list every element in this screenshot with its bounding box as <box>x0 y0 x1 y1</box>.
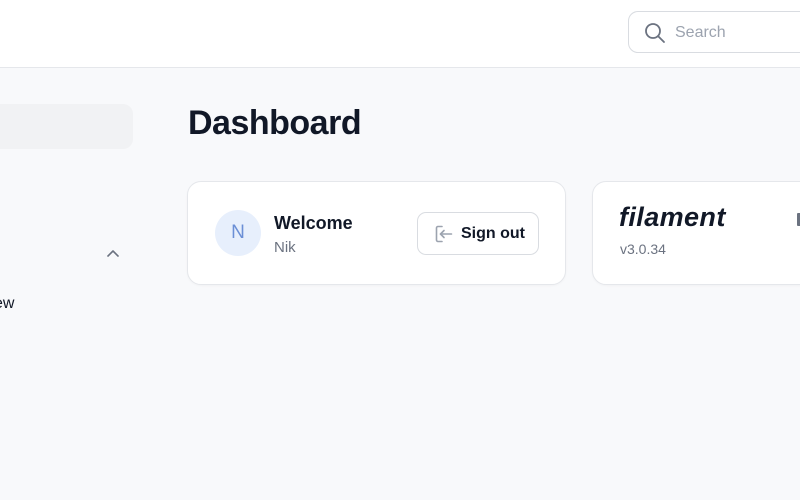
search-placeholder: Search <box>675 24 726 41</box>
sign-out-label: Sign out <box>461 225 525 242</box>
search-icon <box>645 23 665 43</box>
filament-logo[interactable]: filament <box>619 202 726 233</box>
topbar: Search <box>0 0 800 68</box>
welcome-title: Welcome <box>274 213 353 233</box>
chevron-up-icon[interactable] <box>106 246 120 260</box>
avatar: N <box>215 210 261 256</box>
sidebar-item[interactable]: ew <box>0 295 14 313</box>
version-label: v3.0.34 <box>620 241 666 257</box>
filament-info-widget: filament v3.0.34 <box>592 181 800 285</box>
user-name: Nik <box>274 239 296 256</box>
sign-out-icon <box>435 225 453 243</box>
search-input[interactable]: Search <box>628 11 800 53</box>
page-title: Dashboard <box>188 104 362 142</box>
sign-out-button[interactable]: Sign out <box>417 212 539 255</box>
sidebar-active-item[interactable] <box>0 104 133 149</box>
account-widget: N Welcome Nik Sign out <box>187 181 566 285</box>
